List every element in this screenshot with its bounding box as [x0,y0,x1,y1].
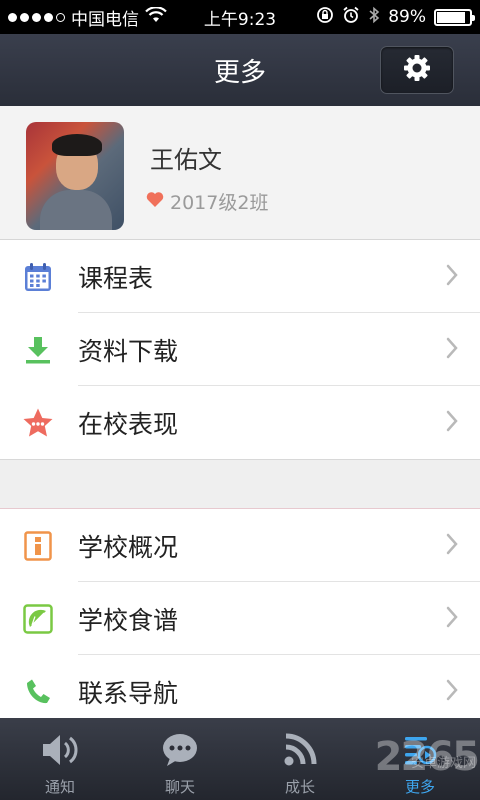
menu-item-school-overview[interactable]: 学校概况 [0,509,480,582]
tab-growth[interactable]: 成长 [240,718,360,800]
status-bar: 中国电信 上午9:23 89% [0,0,480,34]
menu-group-school: 学校概况 学校食谱 联系导航 [0,508,480,718]
phone-icon [22,676,54,708]
download-icon [22,334,54,366]
alarm-icon [342,6,360,29]
menu-item-label: 资料下载 [78,336,179,366]
navigation-bar: 更多 [0,34,480,106]
menu-item-label: 课程表 [78,263,154,293]
chevron-right-icon [446,410,458,436]
menu-item-downloads[interactable]: 资料下载 [0,313,480,386]
tab-chat[interactable]: 聊天 [120,718,240,800]
chevron-right-icon [446,679,458,705]
menu-item-performance[interactable]: 在校表现 [0,386,480,459]
tab-label: 通知 [44,778,75,796]
watermark-caption: 安卓游戏网 [410,756,476,771]
speaker-icon [40,730,80,770]
menu-group-primary: 课程表 资料下载 在校表现 [0,240,480,460]
avatar [26,122,124,230]
heart-icon [146,191,164,212]
class-label: 2017级2班 [170,192,269,214]
tab-label: 聊天 [164,778,195,796]
lime-slice-icon [22,603,54,635]
chevron-right-icon [446,606,458,632]
tab-label: 成长 [284,778,315,796]
menu-item-label: 联系导航 [78,678,179,708]
chevron-right-icon [446,533,458,559]
rotation-lock-icon [316,6,334,29]
status-time: 上午9:23 [203,9,277,30]
chevron-right-icon [446,264,458,290]
chat-bubble-icon [161,730,199,770]
battery-percent: 89% [388,7,426,27]
tab-notifications[interactable]: 通知 [0,718,120,800]
battery-icon [434,8,475,26]
user-name: 王佑文 [150,146,222,174]
bluetooth-icon [368,6,380,29]
profile-card[interactable]: 王佑文 2017级2班 [0,106,480,240]
chevron-right-icon [446,337,458,363]
menu-item-label: 在校表现 [78,409,179,439]
menu-item-schedule[interactable]: 课程表 [0,240,480,313]
info-icon [22,530,54,562]
menu-item-label: 学校概况 [78,532,179,562]
calendar-icon [22,261,54,293]
settings-button[interactable] [380,46,454,94]
menu-item-school-menu[interactable]: 学校食谱 [0,582,480,655]
page-title: 更多 [213,57,266,88]
menu-item-label: 学校食谱 [78,605,179,635]
gear-icon [402,53,432,87]
rss-icon [283,730,317,770]
star-icon [22,407,54,439]
